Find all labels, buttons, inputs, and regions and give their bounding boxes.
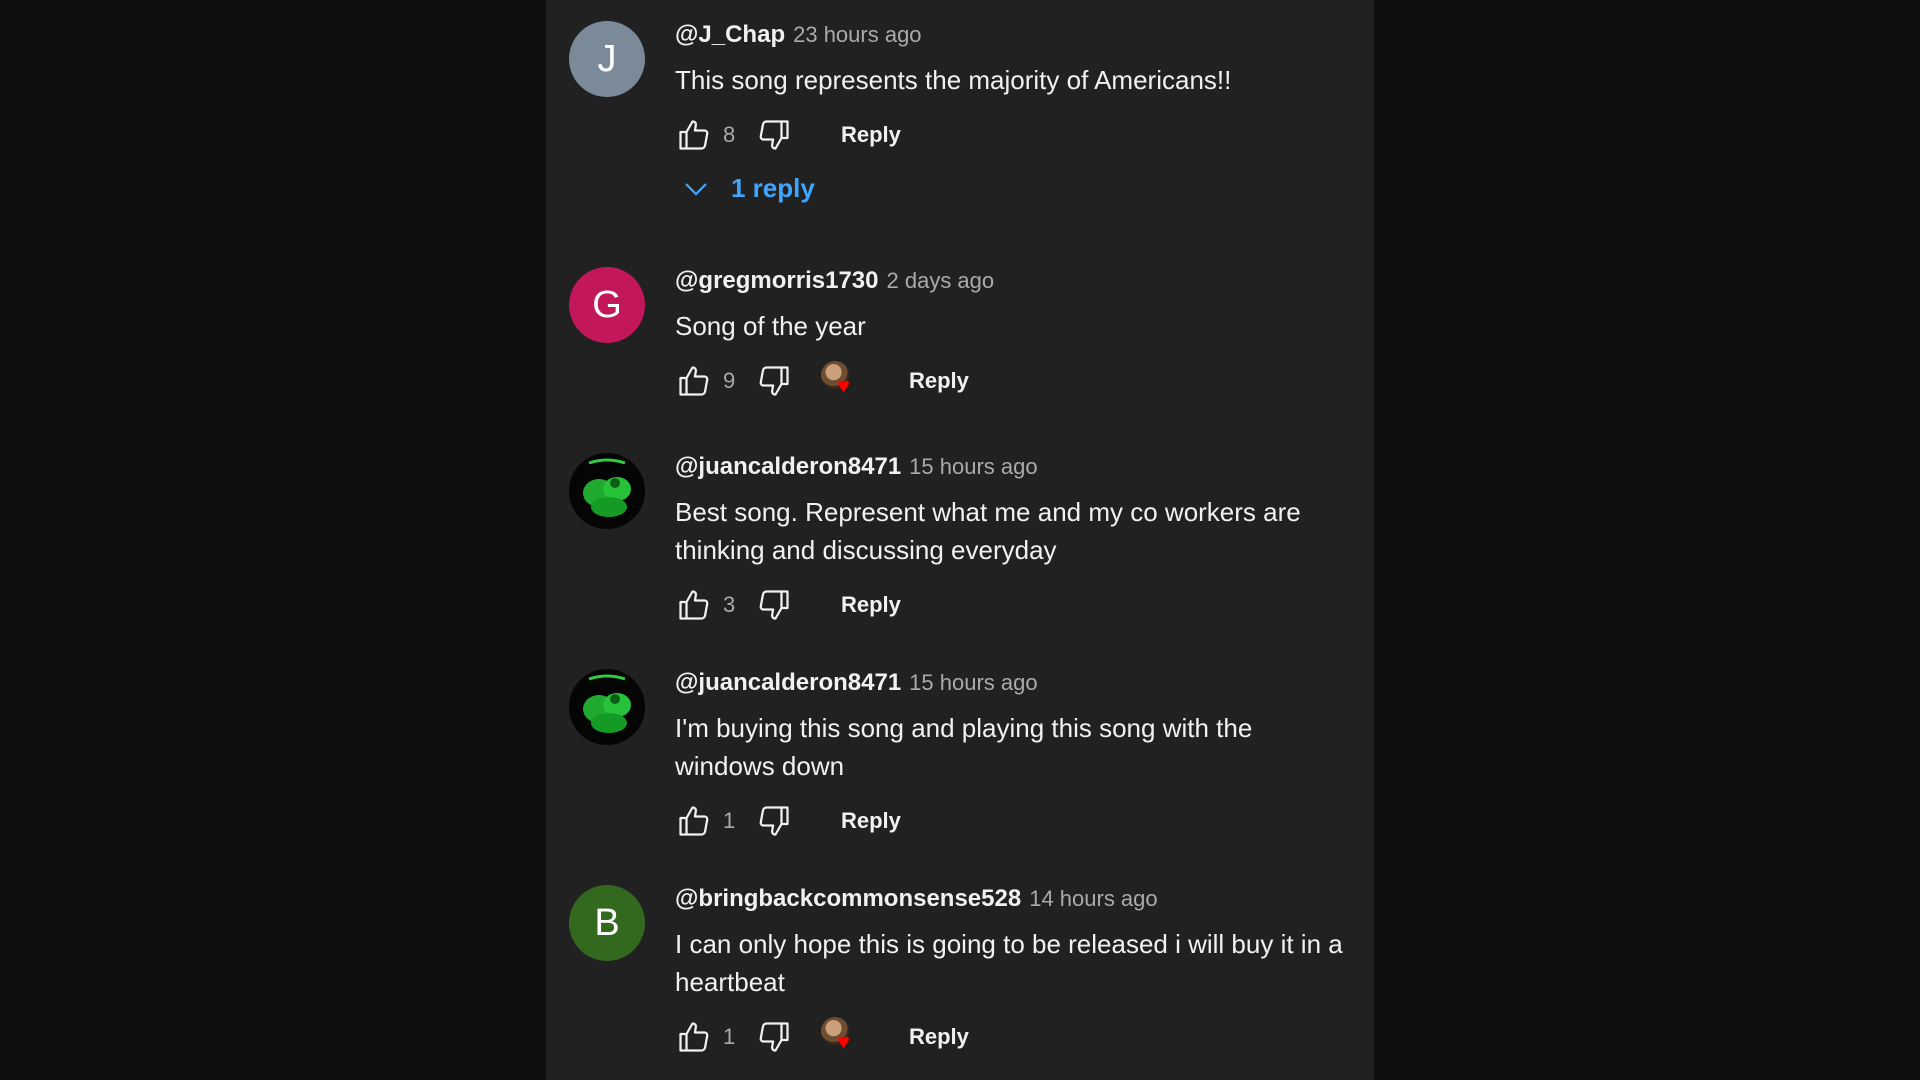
heart-icon: ♥: [837, 373, 851, 398]
dislike-button[interactable]: [755, 1018, 793, 1056]
dislike-button[interactable]: [755, 362, 793, 400]
like-button[interactable]: [675, 586, 713, 624]
comments-panel: J @J_Chap 23 hours ago This song represe…: [546, 0, 1374, 1080]
creator-heart-icon: ♥: [821, 361, 861, 401]
like-count: 3: [723, 592, 736, 617]
avatar[interactable]: B: [569, 885, 645, 961]
reply-button[interactable]: Reply: [909, 368, 969, 394]
reply-button[interactable]: Reply: [909, 1024, 969, 1050]
like-count: 1: [723, 808, 736, 833]
thumbs-down-icon: [759, 366, 789, 396]
like-count: 9: [723, 368, 736, 393]
green-hulk-avatar-icon: [569, 669, 645, 745]
reply-button[interactable]: Reply: [841, 808, 901, 834]
dislike-button[interactable]: [755, 586, 793, 624]
comment-text: Song of the year: [675, 311, 866, 341]
thumbs-down-icon: [759, 120, 789, 150]
thumbs-up-icon: [679, 590, 709, 620]
comment-text: I can only hope this is going to be rele…: [675, 929, 1343, 997]
comment-timestamp[interactable]: 2 days ago: [887, 268, 995, 294]
like-button[interactable]: [675, 1018, 713, 1056]
thumbs-down-icon: [759, 590, 789, 620]
thumbs-up-icon: [679, 1022, 709, 1052]
comment-author[interactable]: @gregmorris1730: [675, 267, 879, 295]
like-button[interactable]: [675, 802, 713, 840]
green-hulk-avatar-icon: [569, 453, 645, 529]
chevron-down-icon: [685, 182, 707, 196]
like-button[interactable]: [675, 362, 713, 400]
like-button[interactable]: [675, 116, 713, 154]
like-count: 1: [723, 1024, 736, 1049]
show-replies-button[interactable]: 1 reply: [675, 173, 1359, 204]
avatar[interactable]: J: [569, 21, 645, 97]
comment-timestamp[interactable]: 14 hours ago: [1029, 886, 1157, 912]
avatar[interactable]: [569, 669, 645, 745]
comment-author[interactable]: @J_Chap: [675, 21, 785, 49]
comment-author[interactable]: @bringbackcommonsense528: [675, 885, 1021, 913]
thumbs-down-icon: [759, 1022, 789, 1052]
replies-count-label[interactable]: 1 reply: [731, 173, 815, 204]
thumbs-up-icon: [679, 806, 709, 836]
comment-author[interactable]: @juancalderon8471: [675, 669, 901, 697]
comment-text: This song represents the majority of Ame…: [675, 65, 1232, 95]
comment-text: Best song. Represent what me and my co w…: [675, 497, 1301, 565]
dislike-button[interactable]: [755, 116, 793, 154]
comment-text: I'm buying this song and playing this so…: [675, 713, 1253, 781]
dislike-button[interactable]: [755, 802, 793, 840]
reply-button[interactable]: Reply: [841, 592, 901, 618]
comment-timestamp[interactable]: 15 hours ago: [909, 454, 1037, 480]
comment-author[interactable]: @juancalderon8471: [675, 453, 901, 481]
creator-heart-icon: ♥: [821, 1017, 861, 1057]
thumbs-up-icon: [679, 120, 709, 150]
heart-icon: ♥: [837, 1029, 851, 1054]
avatar[interactable]: G: [569, 267, 645, 343]
like-count: 8: [723, 122, 736, 147]
thumbs-down-icon: [759, 806, 789, 836]
thumbs-up-icon: [679, 366, 709, 396]
comment-timestamp[interactable]: 23 hours ago: [793, 22, 921, 48]
reply-button[interactable]: Reply: [841, 122, 901, 148]
avatar[interactable]: [569, 453, 645, 529]
comment-timestamp[interactable]: 15 hours ago: [909, 670, 1037, 696]
